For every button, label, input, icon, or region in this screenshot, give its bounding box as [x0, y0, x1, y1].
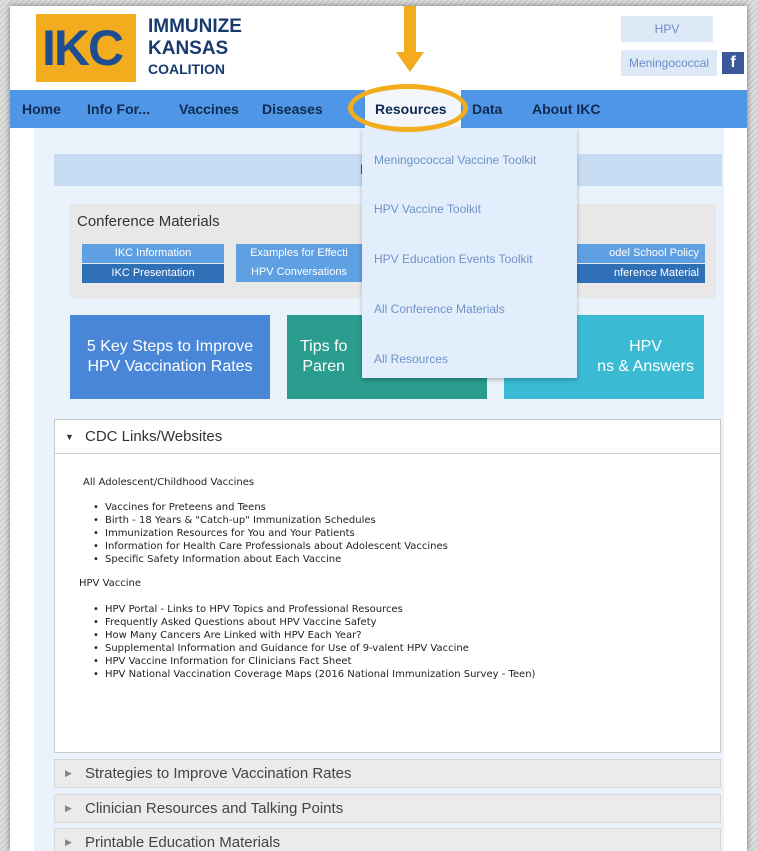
annotation-arrow-shaft — [404, 6, 416, 54]
accordion-title: Strategies to Improve Vaccination Rates — [85, 765, 352, 782]
caret-right-icon: ▶ — [65, 803, 72, 813]
ikc-logo[interactable]: IKC — [36, 14, 136, 82]
caret-right-icon: ▶ — [65, 768, 72, 778]
accordion-strategies[interactable]: ▶ Strategies to Improve Vaccination Rate… — [54, 759, 721, 788]
nav-diseases[interactable]: Diseases — [262, 90, 323, 128]
link-item[interactable]: Supplemental Information and Guidance fo… — [93, 643, 469, 654]
effective-conversations-button[interactable]: Examples for Effecti — [236, 244, 362, 263]
menu-item-meningococcal-toolkit[interactable]: Meningococcal Vaccine Toolkit — [374, 153, 536, 167]
browser-page: IKC IMMUNIZE KANSAS COALITION HPV Mening… — [10, 6, 747, 851]
logo-line-1: IMMUNIZE — [148, 16, 242, 37]
link-item[interactable]: Frequently Asked Questions about HPV Vac… — [93, 617, 377, 628]
caret-right-icon: ▶ — [65, 837, 72, 847]
key-steps-line1: 5 Key Steps to Improve — [86, 338, 254, 355]
model-school-policy-button[interactable]: odel School Policy — [577, 244, 705, 263]
link-item[interactable]: HPV Vaccine Information for Clinicians F… — [93, 656, 351, 667]
hpv-questions-line1: HPV — [629, 338, 662, 355]
accordion-title: Clinician Resources and Talking Points — [85, 800, 344, 817]
nav-data[interactable]: Data — [472, 90, 502, 128]
menu-item-all-conference-materials[interactable]: All Conference Materials — [374, 302, 505, 316]
nav-vaccines[interactable]: Vaccines — [179, 90, 239, 128]
logo-line-2: KANSAS — [148, 38, 229, 59]
logo-wordmark[interactable]: IMMUNIZE KANSAS COALITION — [148, 16, 242, 78]
facebook-icon[interactable]: f — [722, 52, 744, 74]
header-link-meningococcal[interactable]: Meningococcal — [621, 50, 717, 76]
link-item[interactable]: HPV National Vaccination Coverage Maps (… — [93, 669, 535, 680]
nav-home[interactable]: Home — [22, 90, 61, 128]
accordion-header-cdc-links[interactable]: ▼ CDC Links/Websites — [55, 420, 720, 454]
link-item[interactable]: Vaccines for Preteens and Teens — [93, 502, 266, 513]
link-item[interactable]: Information for Health Care Professional… — [93, 541, 448, 552]
logo-line-3: COALITION — [148, 61, 225, 77]
parent-tips-line1: Tips fo — [300, 338, 348, 355]
key-steps-line2: HPV Vaccination Rates — [87, 358, 253, 375]
menu-item-hpv-toolkit[interactable]: HPV Vaccine Toolkit — [374, 202, 481, 216]
hpv-conversations-button[interactable]: HPV Conversations — [236, 263, 362, 282]
link-item[interactable]: How Many Cancers Are Linked with HPV Eac… — [93, 630, 362, 641]
accordion-title: CDC Links/Websites — [85, 428, 223, 445]
key-steps-tile[interactable]: 5 Key Steps to Improve HPV Vaccination Ra… — [70, 315, 270, 399]
nav-about-ikc[interactable]: About IKC — [532, 90, 600, 128]
ikc-presentation-button[interactable]: IKC Presentation — [82, 264, 224, 283]
ikc-information-button[interactable]: IKC Information — [82, 244, 224, 263]
link-item[interactable]: Immunization Resources for You and Your … — [93, 528, 355, 539]
link-item[interactable]: Specific Safety Information about Each V… — [93, 554, 341, 565]
header-link-hpv[interactable]: HPV — [621, 16, 713, 42]
nav-info-for[interactable]: Info For... — [87, 90, 150, 128]
accordion-cdc-links: ▼ CDC Links/Websites All Adolescent/Chil… — [54, 419, 721, 753]
menu-item-all-resources[interactable]: All Resources — [374, 352, 448, 366]
link-item[interactable]: HPV Portal - Links to HPV Topics and Pro… — [93, 604, 403, 615]
resources-dropdown-menu: Meningococcal Vaccine Toolkit HPV Vaccin… — [362, 128, 577, 378]
section-title-adolescent: All Adolescent/Childhood Vaccines — [83, 477, 255, 488]
parent-tips-line2: Paren — [302, 358, 346, 375]
site-header: IKC IMMUNIZE KANSAS COALITION HPV Mening… — [10, 6, 747, 90]
caret-down-icon: ▼ — [65, 432, 74, 442]
hpv-questions-line2: ns & Answers — [597, 358, 694, 375]
annotation-arrow-head — [396, 52, 424, 72]
main-nav: Home Info For... Vaccines Diseases Resou… — [10, 90, 747, 128]
accordion-printable-materials[interactable]: ▶ Printable Education Materials — [54, 828, 721, 851]
link-item[interactable]: Birth - 18 Years & "Catch-up" Immunizati… — [93, 515, 376, 526]
section-title-hpv: HPV Vaccine — [79, 578, 142, 589]
conference-materials-title: Conference Materials — [77, 213, 220, 230]
accordion-clinician-resources[interactable]: ▶ Clinician Resources and Talking Points — [54, 794, 721, 823]
conference-material-button[interactable]: nference Material — [577, 264, 705, 283]
nav-resources[interactable]: Resources — [365, 90, 461, 128]
accordion-title: Printable Education Materials — [85, 834, 281, 851]
logo-mark: IKC — [42, 20, 124, 76]
menu-item-hpv-education-events[interactable]: HPV Education Events Toolkit — [374, 252, 533, 266]
